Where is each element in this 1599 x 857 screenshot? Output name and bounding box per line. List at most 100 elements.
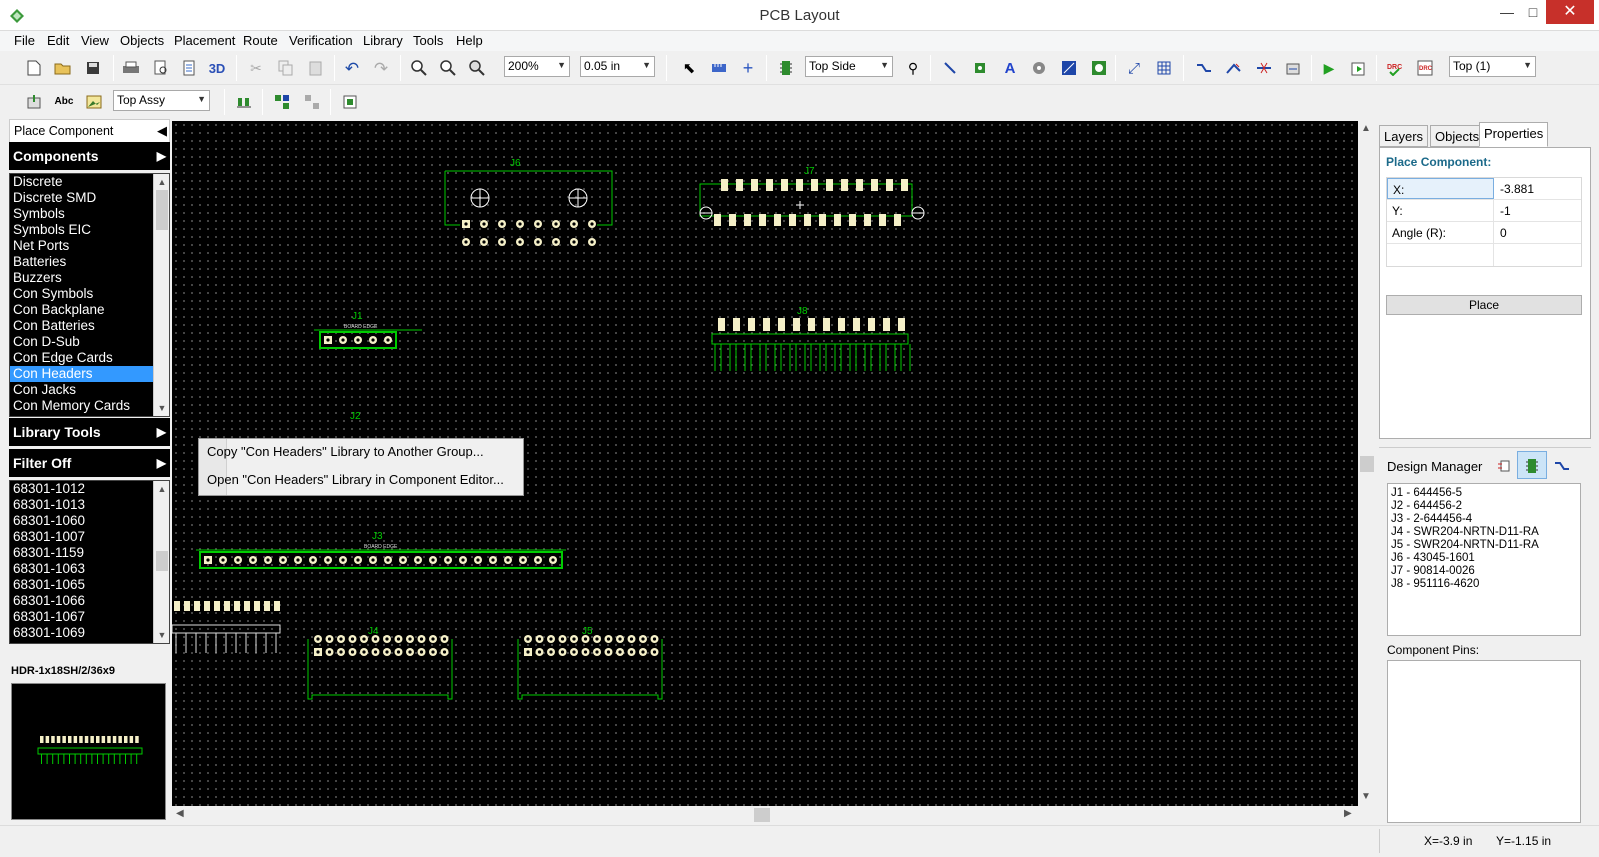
polygon-tool-icon[interactable]: [1059, 58, 1079, 78]
component-partial[interactable]: [172, 601, 281, 653]
route-delete-icon[interactable]: [1254, 58, 1274, 78]
design-item[interactable]: J2 - 644456-2: [1391, 500, 1580, 513]
part-list-item[interactable]: 68301-1069: [10, 625, 169, 641]
library-group-item[interactable]: Con Memory Cards: [10, 398, 169, 414]
menu-file[interactable]: File: [14, 33, 35, 48]
library-group-item[interactable]: Discrete: [10, 174, 169, 190]
tab-objects[interactable]: Objects: [1430, 125, 1485, 147]
library-tools-header[interactable]: Library Tools ▶: [9, 418, 170, 446]
design-item[interactable]: J4 - SWR204-NRTN-D11-RA: [1391, 526, 1580, 539]
library-group-item[interactable]: Symbols EIC: [10, 222, 169, 238]
library-group-item[interactable]: Con Backplane: [10, 302, 169, 318]
component-j5[interactable]: J5: [517, 626, 663, 700]
print-icon[interactable]: [121, 58, 141, 78]
component-j7[interactable]: J7: [699, 166, 925, 226]
menu-view[interactable]: View: [81, 33, 109, 48]
scroll-thumb[interactable]: [1360, 456, 1374, 472]
menu-verification[interactable]: Verification: [289, 33, 353, 48]
new-file-icon[interactable]: [24, 58, 44, 78]
library-group-item[interactable]: Con Batteries: [10, 318, 169, 334]
library-group-item[interactable]: Con Symbols: [10, 286, 169, 302]
place-component-icon[interactable]: [24, 92, 44, 112]
canvas-vertical-scrollbar[interactable]: ▲ ▼: [1358, 121, 1376, 806]
dm-traces-icon[interactable]: [1552, 456, 1572, 476]
scroll-up-icon[interactable]: ▲: [154, 481, 169, 497]
print-preview-icon[interactable]: [151, 58, 171, 78]
text-abc-icon[interactable]: Abc: [54, 92, 74, 112]
paste-icon[interactable]: [306, 58, 326, 78]
copper-pour-icon[interactable]: [1089, 58, 1109, 78]
property-value-x[interactable]: -3.881: [1494, 178, 1581, 199]
library-group-item[interactable]: Con Edge Cards: [10, 350, 169, 366]
components-header[interactable]: Components ▶: [9, 142, 170, 170]
library-group-scrollbar[interactable]: ▲ ▼: [153, 174, 169, 416]
design-items-list[interactable]: J1 - 644456-5 J2 - 644456-2 J3 - 2-644456-…: [1387, 483, 1581, 636]
scroll-left-icon[interactable]: ◀: [176, 808, 184, 819]
tab-layers[interactable]: Layers: [1379, 125, 1429, 147]
scroll-down-icon[interactable]: ▼: [1361, 791, 1371, 802]
close-button[interactable]: ✕: [1546, 0, 1594, 24]
drc-icon[interactable]: DRC: [1385, 58, 1405, 78]
zoom-select[interactable]: 200% ▼: [504, 56, 570, 77]
part-list-item[interactable]: 68301-1013: [10, 497, 169, 513]
3d-view-button[interactable]: 3D: [207, 58, 227, 78]
tab-properties[interactable]: Properties: [1479, 122, 1549, 147]
zoom-fit-icon[interactable]: [467, 58, 487, 78]
via-tool-icon[interactable]: [1029, 58, 1049, 78]
property-value-angle[interactable]: 0: [1494, 222, 1581, 243]
menu-tools[interactable]: Tools: [413, 33, 443, 48]
property-row-y[interactable]: Y: -1: [1387, 200, 1581, 222]
undo-icon[interactable]: ↶: [342, 58, 362, 78]
ungroup-components-icon[interactable]: [302, 92, 322, 112]
library-group-item[interactable]: Con D-Sub: [10, 334, 169, 350]
dm-nets-icon[interactable]: [1494, 456, 1514, 476]
text-tool-icon[interactable]: A: [1000, 58, 1020, 78]
design-item[interactable]: J6 - 43045-1601: [1391, 552, 1580, 565]
property-value-y[interactable]: -1: [1494, 200, 1581, 221]
redo-icon[interactable]: ↷: [371, 58, 391, 78]
component-j3[interactable]: J3 BOARD EDGE: [196, 531, 566, 569]
menu-library[interactable]: Library: [363, 33, 403, 48]
canvas-horizontal-scrollbar[interactable]: ◀ ▶: [172, 806, 1358, 824]
copy-library-menu-item[interactable]: Copy "Con Headers" Library to Another Gr…: [207, 444, 484, 459]
part-list-item[interactable]: 68301-1066: [10, 593, 169, 609]
scroll-thumb[interactable]: [754, 808, 770, 822]
part-list-item[interactable]: 68301-1067: [10, 609, 169, 625]
component-j8[interactable]: J8: [711, 306, 911, 371]
place-button[interactable]: Place: [1386, 295, 1582, 315]
scroll-down-icon[interactable]: ▼: [154, 400, 169, 416]
place-component-header[interactable]: Place Component ◀: [9, 119, 170, 143]
design-item[interactable]: J5 - SWR204-NRTN-D11-RA: [1391, 539, 1580, 552]
part-list-item[interactable]: 68301-1060: [10, 513, 169, 529]
maximize-button[interactable]: □: [1516, 0, 1550, 24]
part-list-item[interactable]: 68301-1071: [10, 641, 169, 643]
component-properties-icon[interactable]: [340, 92, 360, 112]
component-pins-list[interactable]: [1387, 660, 1581, 823]
library-group-item[interactable]: Buzzers: [10, 270, 169, 286]
part-list-item[interactable]: 68301-1159: [10, 545, 169, 561]
component-j6[interactable]: J6: [444, 158, 613, 246]
design-item[interactable]: J7 - 90814-0026: [1391, 565, 1580, 578]
copy-icon[interactable]: [276, 58, 296, 78]
run-icon[interactable]: ▶: [1319, 58, 1339, 78]
side-select[interactable]: Top Side ▼: [805, 56, 893, 77]
cut-icon[interactable]: ✂: [246, 58, 266, 78]
grid-select[interactable]: 0.05 in ▼: [580, 56, 655, 77]
menu-help[interactable]: Help: [456, 33, 483, 48]
part-list[interactable]: 68301-1012 68301-1013 68301-1060 68301-1007…: [9, 480, 170, 644]
scroll-up-icon[interactable]: ▲: [1361, 123, 1371, 134]
collapse-left-icon[interactable]: ◀: [157, 123, 167, 139]
menu-objects[interactable]: Objects: [120, 33, 164, 48]
open-library-menu-item[interactable]: Open "Con Headers" Library in Component …: [207, 472, 504, 487]
open-folder-icon[interactable]: [53, 58, 73, 78]
zoom-out-icon[interactable]: [438, 58, 458, 78]
assembly-select[interactable]: Top Assy ▼: [113, 90, 210, 111]
ruler-icon[interactable]: [709, 58, 729, 78]
library-group-item[interactable]: Con Jacks: [10, 382, 169, 398]
part-list-item[interactable]: 68301-1007: [10, 529, 169, 545]
pad-tool-icon[interactable]: [970, 58, 990, 78]
save-icon[interactable]: [83, 58, 103, 78]
library-group-item[interactable]: Con P...: [10, 414, 169, 416]
group-components-icon[interactable]: [272, 92, 292, 112]
design-item[interactable]: J3 - 2-644456-4: [1391, 513, 1580, 526]
